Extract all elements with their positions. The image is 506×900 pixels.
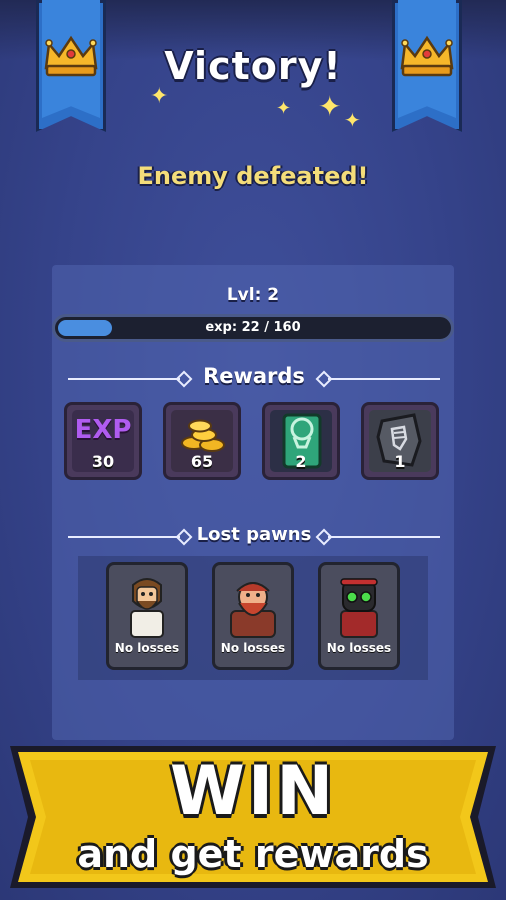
sparkle-icon: ✦: [150, 84, 169, 109]
exp-progress-bar: exp: 22 / 160: [52, 314, 454, 342]
sparkle-icon: ✦: [276, 98, 292, 119]
pawn-card: No losses: [318, 562, 400, 670]
reward-gold: 65: [163, 402, 241, 480]
sparkle-icon: ✦: [318, 90, 342, 123]
lost-pawns-heading-label: Lost pawns: [196, 524, 312, 545]
pawn-card: No losses: [212, 562, 294, 670]
lost-pawns-heading: Lost pawns: [68, 522, 440, 552]
gold-coins-icon: [181, 419, 225, 452]
reward-count: 65: [190, 452, 214, 471]
victory-title: Victory!: [164, 44, 342, 88]
rewards-heading: Rewards: [68, 364, 440, 394]
sparkle-icon: ✦: [344, 108, 361, 132]
red-bearded-dwarf-portrait: [230, 582, 276, 638]
bearded-monk-portrait: [130, 578, 164, 638]
rewards-heading-label: Rewards: [203, 364, 305, 388]
pawn-caption: No losses: [220, 641, 286, 655]
enemy-defeated-subtitle: Enemy defeated!: [137, 162, 369, 190]
exp-progress-text: exp: 22 / 160: [205, 320, 301, 335]
level-label: Lvl: 2: [226, 285, 280, 305]
reward-count: 2: [295, 452, 307, 471]
pawn-caption: No losses: [326, 641, 392, 655]
exp-icon: EXP: [74, 415, 132, 445]
reward-exp: EXP 30: [64, 402, 142, 480]
pawn-caption: No losses: [114, 641, 180, 655]
reward-rune: 1: [361, 402, 439, 480]
reward-count: 30: [91, 452, 115, 471]
reward-count: 1: [394, 452, 406, 471]
win-subline: and get rewards: [77, 832, 429, 876]
pawn-card: No losses: [106, 562, 188, 670]
reward-scroll: 2: [262, 402, 340, 480]
green-eyed-robot-portrait: [340, 578, 378, 638]
win-headline: WIN: [169, 752, 337, 831]
